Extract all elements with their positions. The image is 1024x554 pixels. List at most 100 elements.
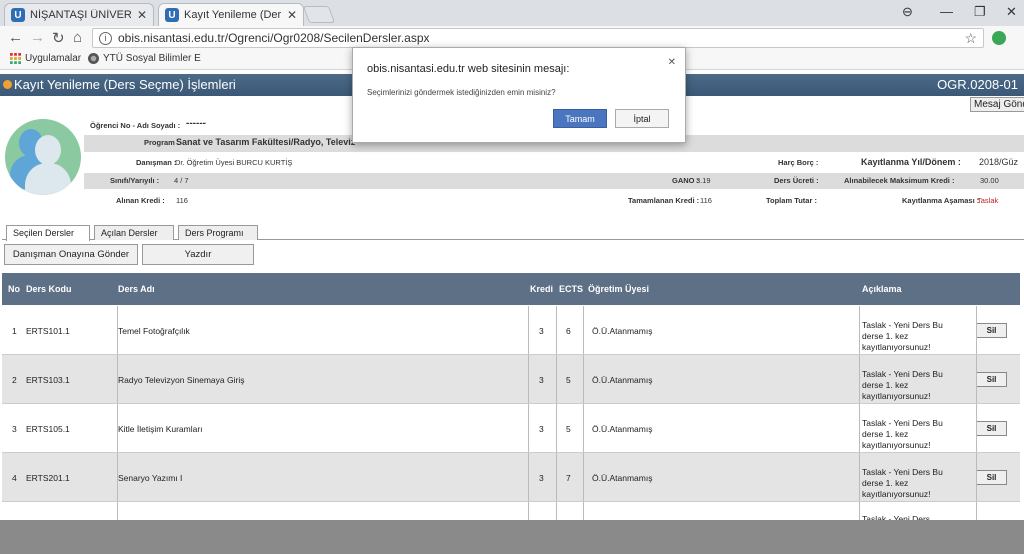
browser-tab-university[interactable]: U NİŞANTAŞI ÜNİVERSİTES ✕ [4,3,154,26]
col-instructor: Öğretim Üyesi [588,284,650,294]
row-ects: 5 [566,424,571,434]
row-note: Taslak - Yeni Ders Bu derse 1. kez kayıt… [862,369,943,401]
info-icon[interactable]: i [99,31,112,45]
page-code: OGR.0208-01 [937,77,1018,92]
university-favicon-icon: U [11,8,25,22]
max-credit-value: 30.00 [980,176,999,185]
max-credit-label: Alınabilecek Maksimum Kredi : [844,176,955,185]
send-to-advisor-button[interactable]: Danışman Onayına Gönder [4,244,138,265]
close-tab-icon[interactable]: ✕ [137,8,147,22]
student-no-label: Öğrenci No - Adı Soyadı : [90,121,181,130]
row-name: Temel Fotoğrafçılık [118,326,190,336]
col-credit: Kredi [530,284,554,294]
new-tab-button[interactable] [302,6,336,23]
row-name: Senaryo Yazımı I [118,473,183,483]
delete-button[interactable]: Sil [976,421,1007,436]
browser-tab-title: Kayıt Yenileme (Ders Seçi [184,9,281,21]
dialog-title: obis.nisantasi.edu.tr web sitesinin mesa… [367,63,570,75]
col-note: Açıklama [862,284,902,294]
profile-icon[interactable]: ⊖ [902,4,913,20]
tab-selected-courses[interactable]: Seçilen Dersler [6,225,90,241]
close-tab-icon[interactable]: ✕ [287,8,297,22]
reload-icon[interactable]: ↻ [52,29,65,47]
tab-course-schedule[interactable]: Ders Programı [178,225,258,240]
row-instructor: Ö.Ü.Atanmamış [592,326,653,336]
forward-arrow-icon[interactable]: → [30,29,45,46]
page-tabs: Seçilen Dersler Açılan Dersler Ders Prog… [2,224,1024,241]
advisor-label: Danışman : [136,158,177,167]
row-code: ERTS101.1 [26,326,70,336]
class-label: Sınıfı/Yarıyılı : [110,176,160,185]
dialog-message: Seçimlerinizi göndermek istediğinizden e… [367,88,556,97]
row-note: Taslak - Yeni Ders Bu derse 1. kez kayıt… [862,320,943,352]
url-text: obis.nisantasi.edu.tr/Ogrenci/Ogr0208/Se… [118,31,430,45]
row-code: ERTS201.1 [26,473,70,483]
restore-icon[interactable]: ❐ [974,4,986,20]
bottom-bar [0,520,1024,554]
row-name: Radyo Televizyon Sinemaya Giriş [118,375,245,385]
url-input[interactable]: i obis.nisantasi.edu.tr/Ogrenci/Ogr0208/… [92,28,984,48]
program-label: Program : [144,138,180,147]
row-no: 3 [12,424,17,434]
university-favicon-icon: U [165,8,179,22]
print-button[interactable]: Yazdır [142,244,254,265]
col-name: Ders Adı [118,284,155,294]
cancel-button[interactable]: İptal [615,109,669,128]
table-header: No Ders Kodu Ders Adı Kredi ECTS Öğretim… [2,273,1020,305]
bookmark-apps[interactable]: Uygulamalar [10,53,81,64]
row-ects: 7 [566,473,571,483]
info-row-advisor: Danışman : Dr. Öğretim Üyesi BURCU KURTİ… [84,155,1024,171]
message-send-button[interactable]: Mesaj Gönd [970,97,1024,112]
row-instructor: Ö.Ü.Atanmamış [592,424,653,434]
ytu-logo-icon [88,53,99,64]
row-credit: 3 [539,375,544,385]
bookmark-label: Uygulamalar [25,53,82,64]
close-icon[interactable]: ✕ [668,57,676,68]
bookmark-label: YTÜ Sosyal Bilimler E [103,53,201,64]
delete-button[interactable]: Sil [976,323,1007,338]
table-row: 2 ERTS103.1 Radyo Televizyon Sinemaya Gi… [2,355,1020,404]
row-credit: 3 [539,424,544,434]
row-no: 2 [12,375,17,385]
row-name: Kitle İletişim Kuramları [118,424,203,434]
delete-button[interactable]: Sil [976,470,1007,485]
row-instructor: Ö.Ü.Atanmamış [592,473,653,483]
table-row: 1 ERTS101.1 Temel Fotoğrafçılık 3 6 Ö.Ü.… [2,306,1020,355]
ok-button[interactable]: Tamam [553,109,607,128]
row-note: Taslak - Yeni Ders Bu derse 1. kez kayıt… [862,467,943,499]
browser-tab-title: NİŞANTAŞI ÜNİVERSİTES [30,9,131,21]
delete-button[interactable]: Sil [976,372,1007,387]
stage-label: Kayıtlanma Aşaması : [902,196,980,205]
star-icon[interactable]: ☆ [964,30,977,47]
window-close-icon[interactable]: ✕ [1006,4,1017,20]
row-ects: 5 [566,375,571,385]
col-code: Ders Kodu [26,284,72,294]
page-title: Kayıt Yenileme (Ders Seçme) İşlemleri [14,77,236,92]
table-row: 4 ERTS201.1 Senaryo Yazımı I 3 7 Ö.Ü.Ata… [2,453,1020,502]
avatar [5,119,81,195]
completed-credit-label: Tamamlanan Kredi : [628,196,700,205]
row-instructor: Ö.Ü.Atanmamış [592,375,653,385]
advisor-value: Dr. Öğretim Üyesi BURCU KURTİŞ [175,158,293,167]
tab-open-courses[interactable]: Açılan Dersler [94,225,174,240]
table-row: 3 ERTS105.1 Kitle İletişim Kuramları 3 5… [2,404,1020,453]
home-icon[interactable]: ⌂ [73,29,82,46]
info-row-credit: Alınan Kredi : 116 Tamamlanan Kredi : 11… [84,193,1024,209]
taken-credit-label: Alınan Kredi : [116,196,165,205]
apps-grid-icon [10,53,21,64]
row-no: 1 [12,326,17,336]
total-label: Toplam Tutar : [766,196,817,205]
minimize-icon[interactable]: — [940,4,953,19]
gano-value: 3.19 [696,176,711,185]
row-code: ERTS105.1 [26,424,70,434]
period-value: 2018/Güz [979,157,1019,167]
bookmark-ytu[interactable]: YTÜ Sosyal Bilimler E [88,53,201,64]
back-arrow-icon[interactable]: ← [8,29,23,46]
row-ects: 6 [566,326,571,336]
extension-icon[interactable] [992,31,1006,45]
browser-tab-registration[interactable]: U Kayıt Yenileme (Ders Seçi ✕ [158,3,304,26]
taken-credit-value: 116 [176,196,188,205]
confirm-dialog: obis.nisantasi.edu.tr web sitesinin mesa… [352,47,686,143]
class-value: 4 / 7 [174,176,189,185]
period-label: Kayıtlanma Yıl/Dönem : [861,157,961,167]
